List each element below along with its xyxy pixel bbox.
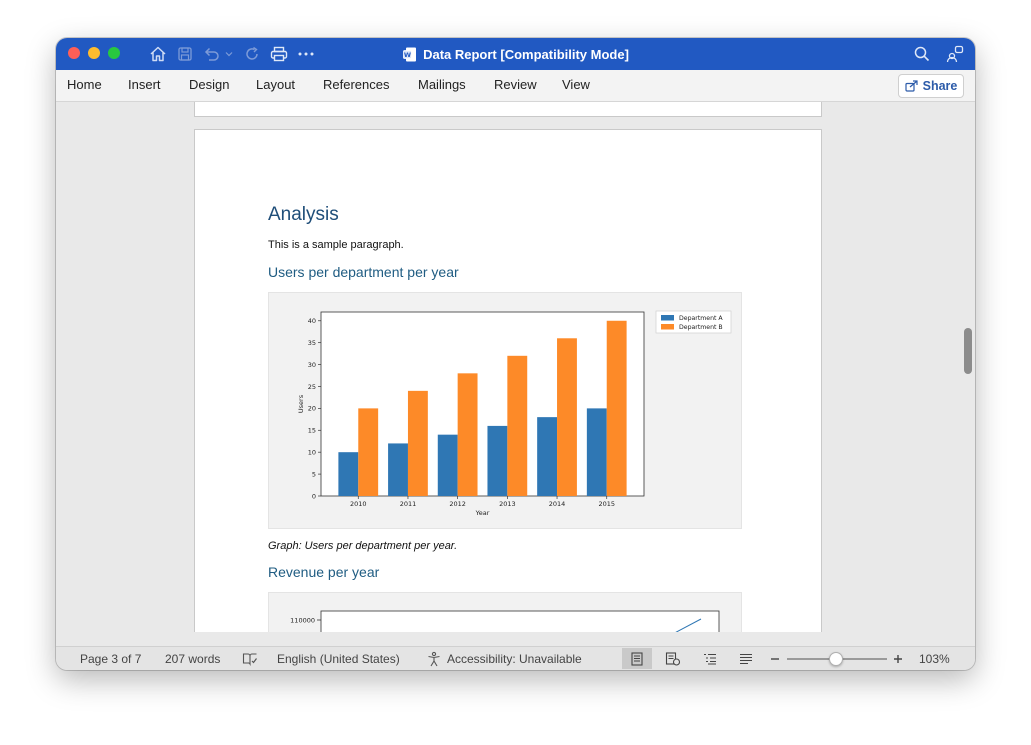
y-tick-label: 30 (308, 361, 316, 369)
document-canvas: Analysis This is a sample paragraph. Use… (56, 102, 961, 632)
y-tick-label: 25 (308, 383, 316, 391)
tab-mailings[interactable]: Mailings (418, 77, 466, 92)
search-icon[interactable] (912, 44, 932, 64)
home-icon[interactable] (148, 44, 168, 64)
x-axis-label: Year (475, 509, 490, 517)
print-layout-view-button[interactable] (622, 648, 652, 669)
tab-home[interactable]: Home (67, 77, 102, 92)
share-label: Share (922, 79, 958, 93)
y-tick-label: 35 (308, 339, 316, 347)
share-button[interactable]: Share (898, 74, 964, 98)
ribbon-tabs: Home Insert Design Layout References Mai… (56, 70, 975, 102)
bar-dept-b (507, 355, 528, 496)
y-tick-label: 5 (312, 470, 316, 478)
word-count[interactable]: 207 words (165, 652, 220, 666)
outline-view-icon (703, 653, 717, 665)
x-tick-label: 2013 (499, 500, 516, 508)
section-title-revenue: Revenue per year (268, 564, 380, 580)
bar-dept-a (487, 425, 508, 496)
x-tick-label: 2014 (549, 500, 566, 508)
y-axis-label: Users (297, 394, 305, 413)
chevron-down-icon[interactable] (224, 44, 234, 64)
x-tick-label: 2015 (598, 500, 615, 508)
status-bar: Page 3 of 7 207 words English (United St… (56, 646, 975, 670)
tab-insert[interactable]: Insert (128, 77, 161, 92)
save-icon[interactable] (175, 44, 195, 64)
window-title: W Data Report [Compatibility Mode] (386, 38, 646, 70)
previous-page (194, 102, 822, 117)
x-tick-label: 2011 (400, 500, 417, 508)
bar-dept-b (358, 408, 379, 496)
bar-dept-a (437, 434, 458, 496)
section-title-users: Users per department per year (268, 264, 459, 280)
zoom-slider-thumb[interactable] (829, 652, 843, 666)
language-status[interactable]: English (United States) (277, 652, 400, 666)
legend-swatch (661, 324, 674, 330)
account-icon[interactable] (945, 44, 965, 64)
y-tick-label: 20 (308, 405, 316, 413)
tab-view[interactable]: View (562, 77, 590, 92)
bar-dept-b (557, 338, 577, 496)
bar-dept-b (457, 373, 478, 496)
legend-label: Department B (679, 324, 723, 331)
print-icon[interactable] (269, 44, 289, 64)
revenue-ytick-label: 110000 (290, 617, 315, 625)
legend-swatch (661, 315, 674, 321)
revenue-line-chart: 110000 (290, 610, 720, 632)
proofing-icon[interactable] (242, 650, 258, 668)
minimize-window-button[interactable] (88, 47, 100, 59)
focus-view-button[interactable] (658, 648, 688, 669)
word-window: W Data Report [Compatibility Mode] Home … (56, 38, 975, 670)
bar-dept-a (586, 408, 607, 496)
bar-dept-a (338, 452, 359, 496)
body-paragraph: This is a sample paragraph. (268, 239, 404, 251)
focus-view-icon (665, 651, 681, 666)
print-layout-icon (630, 651, 644, 666)
revenue-plot-area (320, 610, 720, 632)
redo-icon[interactable] (242, 44, 262, 64)
scrollbar-thumb[interactable] (964, 328, 972, 374)
draft-view-icon (739, 653, 753, 665)
legend-label: Department A (679, 315, 723, 322)
zoom-out-icon[interactable] (770, 650, 780, 668)
y-tick-label: 40 (308, 317, 316, 325)
x-tick-label: 2010 (350, 500, 367, 508)
word-document-icon: W (403, 47, 417, 62)
users-bar-chart: 0 5 10 15 20 25 30 35 40 2010 2011 2012 2013 2014 2015… (297, 310, 732, 517)
bar-dept-a (388, 443, 408, 496)
document-title: Data Report [Compatibility Mode] (423, 46, 629, 62)
share-icon (905, 80, 918, 92)
zoom-level[interactable]: 103% (919, 652, 950, 666)
maximize-window-button[interactable] (108, 47, 120, 59)
tab-references[interactable]: References (323, 77, 389, 92)
zoom-in-icon[interactable] (893, 650, 903, 668)
bar-dept-b (606, 320, 627, 496)
svg-text:W: W (404, 51, 411, 59)
x-tick-label: 2012 (449, 500, 466, 508)
tab-design[interactable]: Design (189, 77, 229, 92)
bar-dept-b (407, 390, 428, 496)
y-tick-label: 0 (312, 492, 316, 500)
title-bar: W Data Report [Compatibility Mode] (56, 38, 975, 70)
outline-view-button[interactable] (695, 648, 725, 669)
y-tick-label: 10 (308, 448, 316, 456)
accessibility-status[interactable]: Accessibility: Unavailable (447, 652, 582, 666)
chart-caption: Graph: Users per department per year. (268, 540, 458, 552)
draft-view-button[interactable] (731, 648, 761, 669)
close-window-button[interactable] (68, 47, 80, 59)
revenue-chart-figure: 110000 (268, 592, 742, 632)
undo-icon[interactable] (202, 44, 222, 64)
users-chart-figure: 0 5 10 15 20 25 30 35 40 2010 2011 2012 2013 2014 2015… (268, 292, 742, 529)
page-count[interactable]: Page 3 of 7 (80, 652, 141, 666)
y-tick-label: 15 (308, 427, 316, 435)
heading-analysis: Analysis (268, 204, 339, 225)
tab-layout[interactable]: Layout (256, 77, 295, 92)
accessibility-icon[interactable] (426, 650, 442, 668)
more-icon[interactable] (296, 44, 316, 64)
document-page[interactable]: Analysis This is a sample paragraph. Use… (194, 129, 822, 632)
bar-dept-a (537, 417, 558, 496)
vertical-scrollbar[interactable] (961, 102, 975, 632)
tab-review[interactable]: Review (494, 77, 537, 92)
